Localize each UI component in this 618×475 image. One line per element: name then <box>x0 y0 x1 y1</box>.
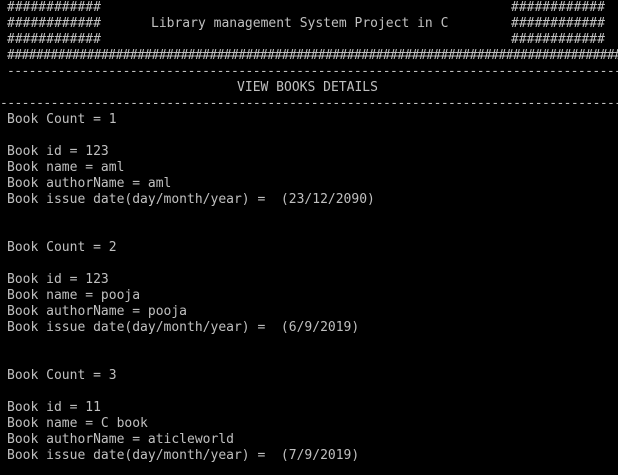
book-id: Book id = 123 <box>7 272 109 287</box>
book-author: Book authorName = pooja <box>7 304 188 319</box>
header-hash-row-top: ############ ############ <box>7 0 618 16</box>
header-hash-right: ############ <box>511 32 605 47</box>
book-name: Book name = C book <box>7 416 148 431</box>
book-name: Book name = pooja <box>7 288 141 303</box>
app-title: Library management System Project in C <box>151 16 449 31</box>
book-issue-date: Book issue date(day/month/year) = (7/9/2… <box>7 448 360 463</box>
section-title: VIEW BOOKS DETAILS <box>237 80 378 95</box>
book-author: Book authorName = aml <box>7 176 172 191</box>
header-hash-left: ############ <box>7 16 101 31</box>
header-title-row: ############ Library management System P… <box>7 16 618 32</box>
dash-divider-bottom: ----------------------------------------… <box>0 96 618 111</box>
book-author: Book authorName = aticleworld <box>7 432 234 447</box>
book-count: Book Count = 2 <box>7 240 117 255</box>
book-id: Book id = 123 <box>7 144 109 159</box>
header-hash-row-bottom: ############ ############ <box>7 32 618 48</box>
header-hash-left: ############ <box>7 0 101 15</box>
book-name: Book name = aml <box>7 160 125 175</box>
book-count: Book Count = 3 <box>7 368 117 383</box>
dash-divider-top: ----------------------------------------… <box>7 64 618 79</box>
book-count: Book Count = 1 <box>7 112 117 127</box>
book-id: Book id = 11 <box>7 400 101 415</box>
book-issue-date: Book issue date(day/month/year) = (23/12… <box>7 192 375 207</box>
header-hash-right: ############ <box>511 0 605 15</box>
header-hash-divider: ########################################… <box>7 48 618 63</box>
book-issue-date: Book issue date(day/month/year) = (6/9/2… <box>7 320 360 335</box>
console-window: ############ ############ ############ L… <box>0 0 618 475</box>
header-hash-right: ############ <box>511 16 605 31</box>
header-hash-left: ############ <box>7 32 101 47</box>
